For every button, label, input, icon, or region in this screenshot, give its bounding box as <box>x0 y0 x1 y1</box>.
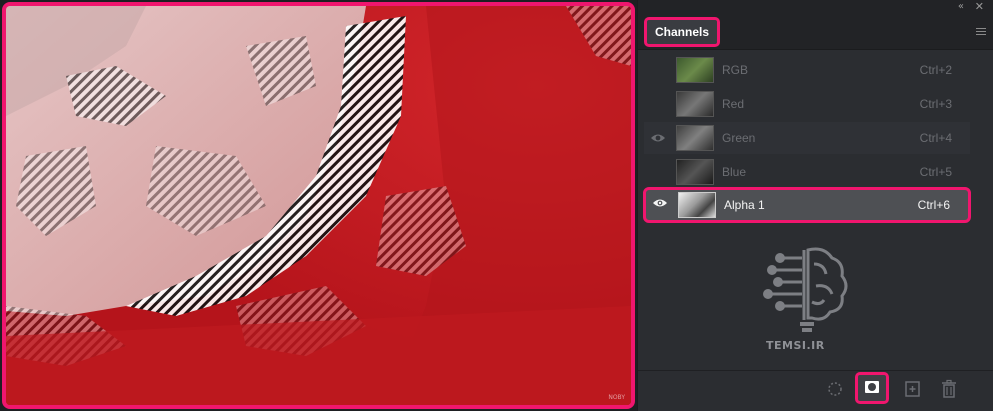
channel-row-red[interactable]: Red Ctrl+3 <box>644 88 970 120</box>
panel-tabbar: Channels <box>638 14 993 50</box>
document-canvas-area: NOBY <box>0 0 637 411</box>
channel-name: Blue <box>722 165 747 179</box>
channel-thumbnail <box>676 159 714 185</box>
channel-thumbnail <box>676 125 714 151</box>
app-window: NOBY « ✕ Channels RGB Ctrl+2 Red Ctrl+3 <box>0 0 993 411</box>
channel-name: Alpha 1 <box>724 198 765 212</box>
save-selection-as-channel-icon <box>865 381 879 393</box>
channel-row-alpha-1[interactable]: Alpha 1 Ctrl+6 <box>643 187 971 223</box>
channel-row-rgb[interactable]: RGB Ctrl+2 <box>644 54 970 86</box>
channel-row-green[interactable]: Green Ctrl+4 <box>644 122 970 154</box>
channel-shortcut: Ctrl+2 <box>919 63 952 77</box>
visibility-toggle[interactable] <box>644 156 670 188</box>
watermark-text: TEMSI.IR <box>766 339 825 352</box>
brain-logo-icon <box>763 247 848 332</box>
channel-shortcut: Ctrl+3 <box>919 97 952 111</box>
panel-menu-icon[interactable] <box>976 28 986 37</box>
channel-shortcut: Ctrl+4 <box>919 131 952 145</box>
channel-name: Red <box>722 97 745 111</box>
channel-thumbnail <box>678 192 716 218</box>
new-channel-icon[interactable] <box>902 378 924 400</box>
channels-action-bar <box>638 370 993 411</box>
channel-thumbnail <box>676 91 714 117</box>
channel-row-blue[interactable]: Blue Ctrl+5 <box>644 156 970 188</box>
visibility-toggle[interactable] <box>644 88 670 120</box>
channel-name: Green <box>722 131 756 145</box>
alpha-mask-preview <box>6 6 631 405</box>
trash-icon[interactable] <box>938 378 960 400</box>
document-canvas[interactable]: NOBY <box>2 2 635 409</box>
channels-panel: « ✕ Channels RGB Ctrl+2 Red Ctrl+3 Green… <box>637 0 993 411</box>
canvas-watermark: NOBY <box>608 394 625 401</box>
visibility-toggle[interactable] <box>646 190 672 222</box>
eye-icon <box>653 199 667 207</box>
channel-thumbnail <box>676 57 714 83</box>
save-selection-as-channel-button[interactable] <box>855 372 889 404</box>
close-icon[interactable]: ✕ <box>975 0 984 13</box>
dotted-selection-icon[interactable] <box>824 378 846 400</box>
channel-name: RGB <box>722 63 749 77</box>
panel-title-strip: « ✕ <box>638 0 993 14</box>
channel-shortcut: Ctrl+5 <box>919 165 952 179</box>
visibility-toggle[interactable] <box>644 122 670 154</box>
channel-shortcut: Ctrl+6 <box>917 198 950 212</box>
eye-icon <box>651 134 665 142</box>
collapse-icon[interactable]: « <box>958 1 964 12</box>
tab-channels[interactable]: Channels <box>644 17 721 47</box>
visibility-toggle[interactable] <box>644 54 670 86</box>
